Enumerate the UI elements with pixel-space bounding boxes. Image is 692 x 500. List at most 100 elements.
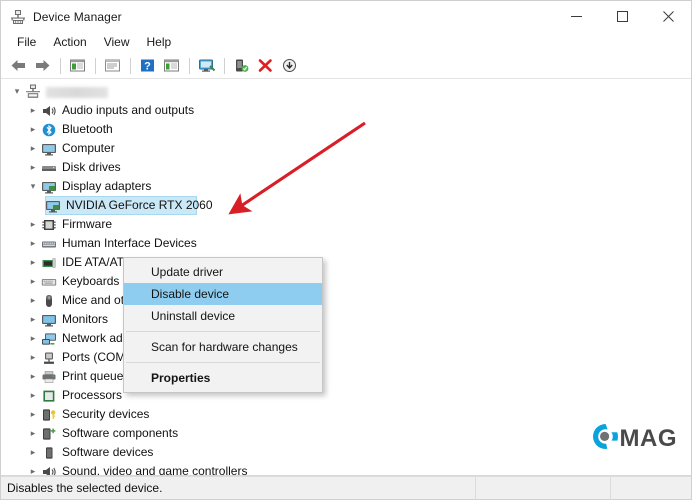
chevron-right-icon[interactable]: ▸ bbox=[25, 367, 41, 386]
chevron-right-icon[interactable]: ▸ bbox=[25, 234, 41, 253]
tree-node-label: Display adapters bbox=[62, 177, 151, 196]
chevron-right-icon[interactable]: ▸ bbox=[25, 310, 41, 329]
minimize-button[interactable] bbox=[553, 1, 599, 32]
disable-device-button[interactable] bbox=[278, 55, 301, 77]
tree-node-label: Print queues bbox=[62, 367, 129, 386]
tree-node-label: Keyboards bbox=[62, 272, 119, 291]
show-hide-console-tree-button[interactable] bbox=[66, 55, 89, 77]
tree-node-label: Security devices bbox=[62, 405, 149, 424]
tree-node-label: Human Interface Devices bbox=[62, 234, 197, 253]
tree-node-print-queues[interactable]: ▸ Print queues bbox=[1, 367, 691, 386]
chevron-right-icon[interactable]: ▸ bbox=[25, 101, 41, 120]
close-button[interactable] bbox=[645, 1, 691, 32]
port-icon bbox=[41, 350, 59, 366]
disk-drive-icon bbox=[41, 160, 59, 176]
chevron-right-icon[interactable]: ▸ bbox=[25, 291, 41, 310]
chevron-right-icon[interactable]: ▸ bbox=[25, 215, 41, 234]
mouse-icon bbox=[41, 293, 59, 309]
chevron-right-icon[interactable]: ▸ bbox=[25, 443, 41, 462]
toolbar-separator-3 bbox=[130, 58, 131, 74]
context-menu-separator bbox=[126, 362, 320, 363]
chevron-right-icon[interactable]: ▸ bbox=[25, 462, 41, 476]
chevron-right-icon[interactable]: ▸ bbox=[25, 253, 41, 272]
menu-view[interactable]: View bbox=[96, 33, 138, 52]
device-tree-panel[interactable]: ▾ ▸ bbox=[1, 79, 691, 476]
context-menu-item-update-driver[interactable]: Update driver bbox=[124, 261, 322, 283]
svg-text:?: ? bbox=[144, 61, 151, 73]
device-manager-window: Device Manager File Action View Help bbox=[0, 0, 692, 500]
toolbar: ? bbox=[1, 53, 691, 79]
tree-node-processors[interactable]: ▸ Processors bbox=[1, 386, 691, 405]
emag-watermark: MAG bbox=[592, 423, 678, 455]
status-panel-2 bbox=[476, 477, 611, 500]
chevron-right-icon[interactable]: ▸ bbox=[25, 120, 41, 139]
context-menu-item-uninstall-device[interactable]: Uninstall device bbox=[124, 305, 322, 327]
chevron-down-icon[interactable]: ▾ bbox=[25, 177, 41, 196]
tree-node-sound-video-and-game-controllers[interactable]: ▸ Sound, video and game controllers bbox=[1, 462, 691, 476]
tree-node-label: Firmware bbox=[62, 215, 112, 234]
context-menu-item-label: Properties bbox=[151, 371, 210, 385]
tree-node-disk-drives[interactable]: ▸ Disk drives bbox=[1, 158, 691, 177]
printer-icon bbox=[41, 369, 59, 385]
tree-node-keyboards[interactable]: ▸ Keyboards bbox=[1, 272, 691, 291]
context-menu-item-label: Scan for hardware changes bbox=[151, 340, 298, 354]
chevron-right-icon[interactable]: ▸ bbox=[25, 386, 41, 405]
back-button[interactable] bbox=[7, 55, 30, 77]
scan-hardware-changes-button[interactable] bbox=[195, 55, 218, 77]
context-menu-item-scan-for-hardware-changes[interactable]: Scan for hardware changes bbox=[124, 336, 322, 358]
update-driver-button[interactable] bbox=[230, 55, 253, 77]
context-menu-item-properties[interactable]: Properties bbox=[124, 367, 322, 389]
tree-node-audio-inputs-and-outputs[interactable]: ▸ Audio inputs and outputs bbox=[1, 101, 691, 120]
bluetooth-icon bbox=[41, 122, 59, 138]
display-adapter-icon bbox=[45, 198, 63, 214]
chevron-right-icon[interactable]: ▸ bbox=[25, 329, 41, 348]
chevron-right-icon[interactable]: ▸ bbox=[25, 158, 41, 177]
tree-node-software-components[interactable]: ▸ Software components bbox=[1, 424, 691, 443]
tree-item-label: NVIDIA GeForce RTX 2060 bbox=[66, 196, 213, 215]
monitor-icon bbox=[41, 312, 59, 328]
help-button[interactable]: ? bbox=[136, 55, 159, 77]
emag-wordmark: MAG bbox=[620, 425, 678, 453]
tree-node-display-adapters[interactable]: ▾ Display adapters bbox=[1, 177, 691, 196]
tree-node-bluetooth[interactable]: ▸ Bluetooth bbox=[1, 120, 691, 139]
tree-node-security-devices[interactable]: ▸ Security devices bbox=[1, 405, 691, 424]
tree-node-network-adapters[interactable]: ▸ Network adapters bbox=[1, 329, 691, 348]
chevron-right-icon[interactable]: ▸ bbox=[25, 272, 41, 291]
tree-node-monitors[interactable]: ▸ Monitors bbox=[1, 310, 691, 329]
software-device-icon bbox=[41, 445, 59, 461]
uninstall-device-button[interactable] bbox=[254, 55, 277, 77]
maximize-button[interactable] bbox=[599, 1, 645, 32]
tree-node-label: Processors bbox=[62, 386, 122, 405]
tree-node-ports-com-lpt[interactable]: ▸ Ports (COM & LPT) bbox=[1, 348, 691, 367]
chevron-right-icon[interactable]: ▸ bbox=[25, 348, 41, 367]
tree-node-ide-ata-atapi-controllers[interactable]: ▸ IDE ATA/ATAPI controllers bbox=[1, 253, 691, 272]
emag-circle-logo bbox=[592, 423, 619, 455]
status-message: Disables the selected device. bbox=[1, 477, 476, 500]
menu-file[interactable]: File bbox=[9, 33, 44, 52]
device-tree: ▾ ▸ bbox=[1, 79, 691, 475]
hid-icon bbox=[41, 236, 59, 252]
tree-node-label: Audio inputs and outputs bbox=[62, 101, 194, 120]
chevron-down-icon[interactable]: ▾ bbox=[9, 82, 25, 101]
forward-button[interactable] bbox=[31, 55, 54, 77]
chevron-right-icon[interactable]: ▸ bbox=[25, 139, 41, 158]
menu-help[interactable]: Help bbox=[139, 33, 180, 52]
firmware-chip-icon bbox=[41, 217, 59, 233]
context-menu-item-disable-device[interactable]: Disable device bbox=[124, 283, 322, 305]
computer-name-redacted bbox=[46, 87, 108, 98]
menu-action[interactable]: Action bbox=[45, 33, 94, 52]
tree-node-firmware[interactable]: ▸ Firmware bbox=[1, 215, 691, 234]
properties-button[interactable] bbox=[101, 55, 124, 77]
tree-node-label: Bluetooth bbox=[62, 120, 113, 139]
tree-item-nvidia-geforce-rtx-2060[interactable]: NVIDIA GeForce RTX 2060 bbox=[1, 196, 691, 215]
device-context-menu[interactable]: Update driver Disable device Uninstall d… bbox=[123, 257, 323, 393]
chevron-right-icon[interactable]: ▸ bbox=[25, 405, 41, 424]
tree-node-software-devices[interactable]: ▸ Software devices bbox=[1, 443, 691, 462]
tree-root-node[interactable]: ▾ bbox=[1, 82, 691, 101]
device-manager-icon bbox=[10, 9, 26, 25]
tree-node-computer[interactable]: ▸ Computer bbox=[1, 139, 691, 158]
view-button[interactable] bbox=[160, 55, 183, 77]
tree-node-human-interface-devices[interactable]: ▸ Human Interface Devices bbox=[1, 234, 691, 253]
tree-node-mice-and-other-pointing-devices[interactable]: ▸ Mice and other pointing devices bbox=[1, 291, 691, 310]
chevron-right-icon[interactable]: ▸ bbox=[25, 424, 41, 443]
